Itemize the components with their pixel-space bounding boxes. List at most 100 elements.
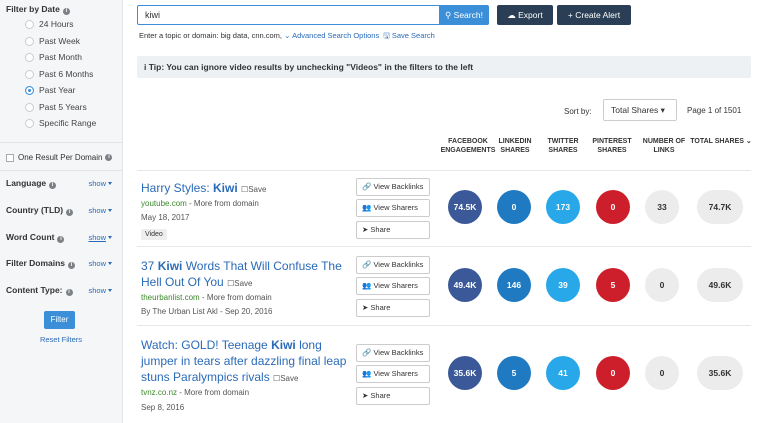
info-icon: i xyxy=(49,182,57,189)
info-icon: i xyxy=(57,236,65,243)
link-icon: 🔗 xyxy=(362,182,372,191)
filter-domains[interactable]: Filter Domains i show xyxy=(6,258,118,269)
filter-country[interactable]: Country (TLD) i show xyxy=(6,205,118,216)
date-option-specific-range[interactable]: Specific Range xyxy=(25,117,96,129)
save-icon: 🖫 xyxy=(383,31,390,40)
linkedin-count: 146 xyxy=(497,268,531,302)
date-option-24-hours[interactable]: 24 Hours xyxy=(25,18,74,30)
save-link[interactable]: ☐Save xyxy=(227,279,252,288)
share-icon: ➤ xyxy=(362,303,369,312)
col-twitter[interactable]: TWITTER SHARES xyxy=(543,137,583,155)
one-result-per-domain-checkbox[interactable]: One Result Per Domain i xyxy=(6,153,113,162)
search-button[interactable]: ⚲ Search! xyxy=(439,5,489,25)
domain-link[interactable]: tvnz.co.nz xyxy=(141,388,177,397)
date-option-past-month[interactable]: Past Month xyxy=(25,51,82,63)
link-icon: 🔗 xyxy=(362,348,372,357)
col-linkedin[interactable]: LINKEDIN SHARES xyxy=(495,137,535,155)
twitter-count: 173 xyxy=(546,190,580,224)
radio-checked-icon xyxy=(25,85,34,95)
save-link[interactable]: ☐Save xyxy=(241,185,266,194)
result-title[interactable]: Watch: GOLD! Teenage Kiwi long xyxy=(141,337,322,353)
divider xyxy=(0,170,122,171)
caret-down-icon xyxy=(108,236,112,239)
show-dropdown[interactable]: show xyxy=(88,206,112,215)
date-option-past-year[interactable]: Past Year xyxy=(25,84,75,96)
save-search-link[interactable]: 🖫 Save Search xyxy=(383,31,434,40)
divider xyxy=(137,170,751,171)
domain-link[interactable]: theurbanlist.com xyxy=(141,293,200,302)
date-option-past-week[interactable]: Past Week xyxy=(25,35,80,47)
save-link[interactable]: ☐Save xyxy=(273,374,298,383)
share-button[interactable]: ➤ Share xyxy=(356,387,430,405)
more-from-domain-link[interactable]: - More from domain xyxy=(200,293,272,302)
create-alert-button[interactable]: + Create Alert xyxy=(557,5,631,25)
users-icon: 👥 xyxy=(362,281,372,290)
export-button[interactable]: ☁ Export xyxy=(497,5,553,25)
links-count: 0 xyxy=(645,268,679,302)
result-title-line2[interactable]: Hell Out Of You ☐Save xyxy=(141,274,252,292)
total-shares-count: 49.6K xyxy=(697,268,743,302)
result-domain: tvnz.co.nz - More from domain xyxy=(141,388,249,397)
share-button[interactable]: ➤ Share xyxy=(356,299,430,317)
result-title-line2[interactable]: jumper in tears after dazzling final lea… xyxy=(141,353,346,369)
filter-word-count[interactable]: Word Count i show xyxy=(6,232,118,243)
more-from-domain-link[interactable]: - More from domain xyxy=(187,199,259,208)
chevron-down-icon: ⌄ xyxy=(745,138,752,145)
reset-filters-link[interactable]: Reset Filters xyxy=(0,335,122,344)
page-info: Page 1 of 1501 xyxy=(687,106,742,115)
tip-banner: i Tip: You can ignore video results by u… xyxy=(137,56,751,78)
more-from-domain-link[interactable]: - More from domain xyxy=(177,388,249,397)
view-sharers-button[interactable]: 👥 View Sharers xyxy=(356,277,430,295)
chevron-down-icon: ⌄ xyxy=(284,31,291,40)
info-icon: i xyxy=(144,62,147,72)
col-total-shares[interactable]: TOTAL SHARES ⌄ xyxy=(689,137,753,146)
result-title[interactable]: 37 Kiwi Words That Will Confuse The xyxy=(141,258,342,274)
info-icon: i xyxy=(68,262,76,269)
sort-select[interactable]: Total Shares ▾ xyxy=(603,99,677,121)
radio-icon xyxy=(25,69,34,79)
share-button[interactable]: ➤ Share xyxy=(356,221,430,239)
filter-language[interactable]: Language i show xyxy=(6,178,118,189)
result-title[interactable]: Harry Styles: Kiwi ☐Save xyxy=(141,180,266,198)
show-dropdown[interactable]: show xyxy=(88,233,112,242)
date-option-past-6-months[interactable]: Past 6 Months xyxy=(25,68,93,80)
caret-down-icon xyxy=(108,182,112,185)
advanced-search-link[interactable]: ⌄ Advanced Search Options xyxy=(284,31,379,40)
result-domain: youtube.com - More from domain xyxy=(141,199,259,208)
linkedin-count: 5 xyxy=(497,356,531,390)
show-dropdown[interactable]: show xyxy=(88,259,112,268)
twitter-count: 41 xyxy=(546,356,580,390)
view-backlinks-button[interactable]: 🔗 View Backlinks xyxy=(356,178,430,196)
result-title-line3[interactable]: stuns Paralympics rivals ☐Save xyxy=(141,369,298,387)
date-option-past-5-years[interactable]: Past 5 Years xyxy=(25,101,87,113)
col-facebook[interactable]: FACEBOOK ENGAGEMENTS xyxy=(436,137,500,155)
linkedin-count: 0 xyxy=(497,190,531,224)
caret-down-icon: ▾ xyxy=(660,105,665,115)
result-byline: By The Urban List Akl - Sep 20, 2016 xyxy=(141,307,273,316)
filter-content-type[interactable]: Content Type: i show xyxy=(6,285,118,296)
search-icon: ⚲ xyxy=(445,10,452,20)
view-sharers-button[interactable]: 👥 View Sharers xyxy=(356,365,430,383)
total-shares-count: 74.7K xyxy=(697,190,743,224)
view-backlinks-button[interactable]: 🔗 View Backlinks xyxy=(356,256,430,274)
links-count: 0 xyxy=(645,356,679,390)
show-dropdown[interactable]: show xyxy=(88,179,112,188)
col-pinterest[interactable]: PINTEREST SHARES xyxy=(588,137,636,155)
caret-down-icon xyxy=(108,209,112,212)
total-shares-count: 35.6K xyxy=(697,356,743,390)
divider xyxy=(137,325,751,326)
radio-icon xyxy=(25,102,34,112)
view-sharers-button[interactable]: 👥 View Sharers xyxy=(356,199,430,217)
domain-link[interactable]: youtube.com xyxy=(141,199,187,208)
links-count: 33 xyxy=(645,190,679,224)
view-backlinks-button[interactable]: 🔗 View Backlinks xyxy=(356,344,430,362)
search-input[interactable]: kiwi xyxy=(137,5,439,25)
col-links[interactable]: NUMBER OF LINKS xyxy=(640,137,688,155)
info-icon: i xyxy=(62,8,70,15)
info-icon: i xyxy=(66,209,74,216)
share-icon: ➤ xyxy=(362,225,369,234)
pinterest-count: 5 xyxy=(596,268,630,302)
show-dropdown[interactable]: show xyxy=(88,286,112,295)
caret-down-icon xyxy=(108,289,112,292)
filter-button[interactable]: Filter xyxy=(44,311,75,329)
